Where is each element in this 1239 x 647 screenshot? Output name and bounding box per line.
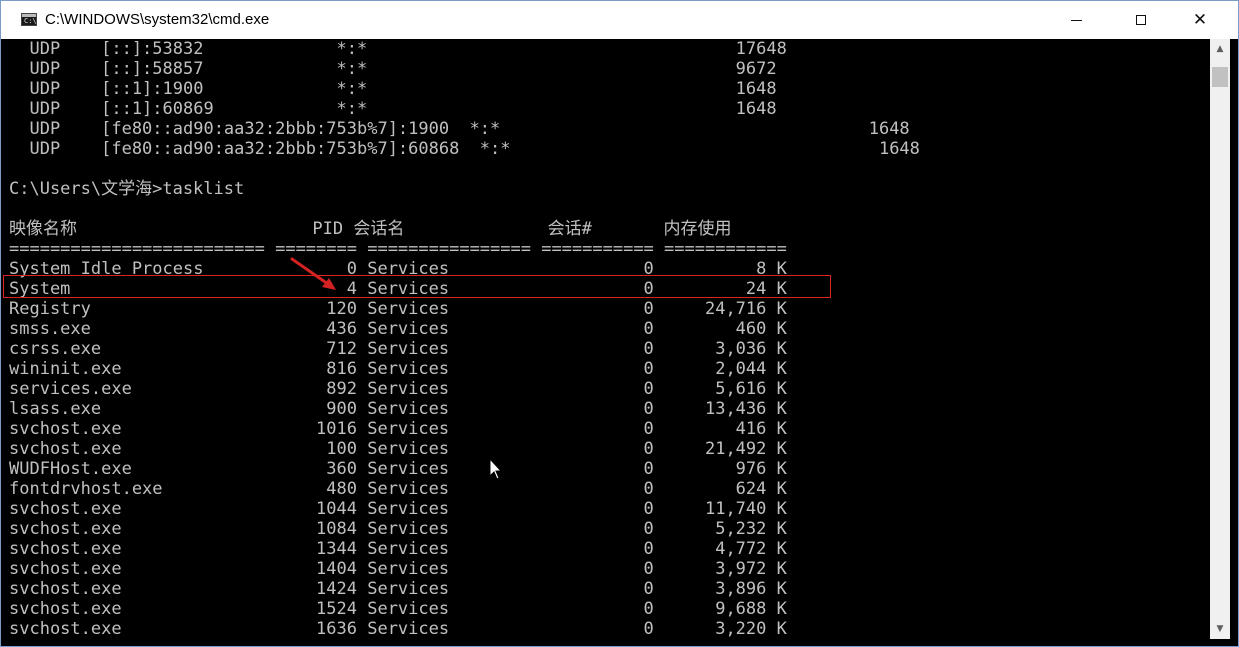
- close-button[interactable]: ✕: [1177, 1, 1223, 39]
- console-line: services.exe 892 Services 0 5,616 K: [9, 379, 787, 399]
- console-line: svchost.exe 1344 Services 0 4,772 K: [9, 539, 787, 559]
- console-line: svchost.exe 1044 Services 0 11,740 K: [9, 499, 787, 519]
- scrollbar-thumb[interactable]: [1212, 67, 1228, 87]
- console-line: svchost.exe 1424 Services 0 3,896 K: [9, 579, 787, 599]
- cmd-window: C:\ C:\WINDOWS\system32\cmd.exe ✕ UDP [:…: [0, 0, 1239, 647]
- console-line: svchost.exe 1016 Services 0 416 K: [9, 419, 787, 439]
- chevron-down-icon: ▼: [1216, 624, 1224, 634]
- console-line: csrss.exe 712 Services 0 3,036 K: [9, 339, 787, 359]
- console-line: WUDFHost.exe 360 Services 0 976 K: [9, 459, 787, 479]
- console-line: svchost.exe 1636 Services 0 3,220 K: [9, 619, 787, 639]
- vertical-scrollbar[interactable]: ▲ ▼: [1210, 39, 1230, 639]
- console-line: UDP [::]:53832 *:* 17648: [9, 39, 787, 59]
- console-line: UDP [::1]:1900 *:* 1648: [9, 79, 777, 99]
- console-line: UDP [fe80::ad90:aa32:2bbb:753b%7]:1900 *…: [9, 119, 910, 139]
- minimize-button[interactable]: [1053, 1, 1099, 39]
- maximize-icon: [1136, 15, 1146, 25]
- console-output[interactable]: UDP [::]:53832 *:* 17648 UDP [::]:58857 …: [9, 39, 1209, 639]
- console-line: svchost.exe 1524 Services 0 9,688 K: [9, 599, 787, 619]
- console-line: ========================= ======== =====…: [9, 239, 787, 259]
- console-line: fontdrvhost.exe 480 Services 0 624 K: [9, 479, 787, 499]
- console-line: 映像名称 PID 会话名 会话# 内存使用: [9, 219, 732, 239]
- scroll-up-button[interactable]: ▲: [1210, 39, 1230, 59]
- red-arrow-annotation: [290, 257, 336, 290]
- console-line: wininit.exe 816 Services 0 2,044 K: [9, 359, 787, 379]
- highlight-box: [3, 275, 831, 298]
- console-icon: C:\: [21, 13, 37, 26]
- minimize-icon: [1070, 19, 1082, 21]
- console-line: svchost.exe 1404 Services 0 3,972 K: [9, 559, 787, 579]
- chevron-up-icon: ▲: [1216, 44, 1224, 54]
- window-title: C:\WINDOWS\system32\cmd.exe: [45, 11, 270, 28]
- mouse-cursor-icon: [489, 458, 503, 480]
- maximize-button[interactable]: [1118, 1, 1164, 39]
- console-line: smss.exe 436 Services 0 460 K: [9, 319, 787, 339]
- close-icon: ✕: [1192, 10, 1208, 30]
- console-line: UDP [::1]:60869 *:* 1648: [9, 99, 777, 119]
- console-line: lsass.exe 900 Services 0 13,436 K: [9, 399, 787, 419]
- console-line: svchost.exe 1084 Services 0 5,232 K: [9, 519, 787, 539]
- console-line: svchost.exe 100 Services 0 21,492 K: [9, 439, 787, 459]
- console-line: Registry 120 Services 0 24,716 K: [9, 299, 787, 319]
- console-line: UDP [fe80::ad90:aa32:2bbb:753b%7]:60868 …: [9, 139, 920, 159]
- scroll-down-button[interactable]: ▼: [1210, 619, 1230, 639]
- console-line: UDP [::]:58857 *:* 9672: [9, 59, 777, 79]
- title-bar[interactable]: C:\ C:\WINDOWS\system32\cmd.exe ✕: [1, 1, 1238, 39]
- console-line: C:\Users\文学海>tasklist: [9, 179, 245, 199]
